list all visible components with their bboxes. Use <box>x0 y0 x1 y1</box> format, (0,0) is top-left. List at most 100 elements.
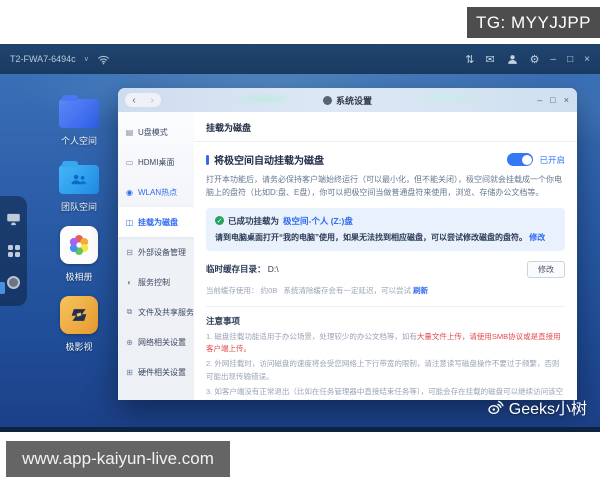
section-title: 将极空间自动挂载为磁盘 <box>206 152 324 167</box>
gear-icon[interactable]: ⚙ <box>530 53 540 66</box>
weibo-icon <box>488 400 504 414</box>
sidebar-item-icon: ◐ <box>127 277 132 287</box>
toggle-state-label: 已开启 <box>539 154 565 165</box>
sidebar-item-icon: ⊟ <box>126 247 133 257</box>
desktop-background: 个人空间 团队空间 极相册 极影视 ‹ › 系统设置 – □ × ▤ U盘模式 … <box>0 74 600 432</box>
app-maximize-button[interactable]: □ <box>567 54 573 65</box>
forward-button[interactable]: › <box>150 95 153 106</box>
nas-client-window: T2-FWA7-6494c ∨ ⇅ ✉ ⚙ – □ × 个人空间 团队空间 极相… <box>0 44 600 437</box>
desktop-icon-photos[interactable]: 极相册 <box>60 226 98 283</box>
settings-window-title: 系统设置 <box>322 94 372 107</box>
sidebar-item-label: HDMI桌面 <box>138 157 175 167</box>
app-titlebar: T2-FWA7-6494c ∨ ⇅ ✉ ⚙ – □ × <box>0 44 600 74</box>
settings-gear-icon <box>322 95 332 105</box>
sidebar-item[interactable]: ⊕ 网络相关设置 <box>118 327 194 357</box>
sidebar-item-icon: ▭ <box>125 157 134 167</box>
chevron-down-icon[interactable]: ∨ <box>84 55 89 63</box>
sidebar-item-label: 网络相关设置 <box>138 337 186 347</box>
modify-cache-dir-button[interactable]: 修改 <box>527 260 565 278</box>
desktop-icon-personal-space[interactable]: 个人空间 <box>59 94 99 147</box>
personal-space-folder-icon <box>59 95 99 128</box>
page-title: 挂载为磁盘 <box>194 112 577 142</box>
side-dock <box>0 196 27 306</box>
feature-description: 打开本功能后，请务必保持客户端始终运行（可以最小化，但不能关闭），极空间就会挂载… <box>206 175 562 197</box>
cache-usage-note: 系统清除缓存会有一定延迟，可以尝试 <box>283 285 412 295</box>
device-name-selector[interactable]: T2-FWA7-6494c <box>10 54 76 64</box>
screenshot-stage: TG: MYYJJPP T2-FWA7-6494c ∨ ⇅ ✉ ⚙ – □ × <box>0 0 600 480</box>
settings-close-button[interactable]: × <box>564 95 569 105</box>
desktop-icon-label: 团队空间 <box>60 202 97 212</box>
transfer-icon[interactable]: ⇅ <box>465 53 474 66</box>
sidebar-item-icon: ⊕ <box>126 337 133 347</box>
notes-title: 注意事项 <box>206 315 241 326</box>
photos-app-icon <box>60 226 98 264</box>
desktop-icons: 个人空间 团队空间 极相册 极影视 <box>50 94 108 366</box>
sidebar-item-icon: ◉ <box>126 187 133 197</box>
desktop-icon-label: 个人空间 <box>60 136 97 146</box>
cache-dir-label: 临时缓存目录： <box>206 264 266 275</box>
desktop-icon-team-space[interactable]: 团队空间 <box>59 160 99 213</box>
movies-app-icon <box>60 296 98 334</box>
note-item: 2. 外网挂载时，访问磁盘的速度将会受您网络上下行带宽的限制，请注意读写磁盘操作… <box>206 359 560 381</box>
sidebar-item-label: 硬件相关设置 <box>138 367 186 377</box>
mounted-drive-name: 极空间-个人 (Z:)盘 <box>283 215 353 226</box>
people-icon <box>71 174 87 184</box>
modify-drive-letter-link[interactable]: 修改 <box>529 233 545 242</box>
back-button[interactable]: ‹ <box>132 95 135 106</box>
dock-accent <box>0 282 5 294</box>
sidebar-item-label: 文件及共享服务 <box>138 307 194 317</box>
sidebar-item[interactable]: ⊟ 外部设备管理 <box>118 237 194 267</box>
url-banner: www.app-kaiyun-live.com <box>6 441 230 477</box>
check-icon: ✓ <box>215 216 224 226</box>
mail-icon[interactable]: ✉ <box>485 53 494 66</box>
mount-toggle[interactable] <box>507 153 534 166</box>
sidebar-item-label: WLAN热点 <box>138 187 178 197</box>
sidebar-item[interactable]: ▭ HDMI桌面 <box>118 147 194 177</box>
settings-maximize-button[interactable]: □ <box>550 95 555 105</box>
refresh-link[interactable]: 刷新 <box>413 286 428 295</box>
app-grid-icon[interactable] <box>7 244 20 257</box>
user-icon[interactable] <box>506 53 519 66</box>
team-space-folder-icon <box>59 161 99 194</box>
sidebar-item-icon: ◫ <box>125 217 134 227</box>
cache-usage-label: 当前缓存使用： <box>206 285 259 295</box>
display-icon[interactable] <box>6 213 21 226</box>
app-close-button[interactable]: × <box>584 54 590 65</box>
settings-minimize-button[interactable]: – <box>537 95 542 105</box>
settings-titlebar: ‹ › 系统设置 – □ × <box>118 88 577 112</box>
settings-window: ‹ › 系统设置 – □ × ▤ U盘模式 ▭ HDMI桌面 ◉ WLAN热点 … <box>118 88 577 400</box>
app-minimize-button[interactable]: – <box>551 54 557 65</box>
divider <box>206 305 565 307</box>
camera-dock-icon[interactable] <box>7 275 20 289</box>
sidebar-item[interactable]: ▤ U盘模式 <box>118 117 194 147</box>
success-prefix: 已成功挂载为 <box>228 215 280 226</box>
cache-usage-value: 约0B <box>260 285 278 295</box>
wifi-icon <box>97 55 109 64</box>
desktop-icon-label: 极影视 <box>65 342 93 352</box>
tg-badge: TG: MYYJJPP <box>467 7 600 38</box>
sidebar-item[interactable]: ⊞ 硬件相关设置 <box>118 357 194 387</box>
success-instructions: 请到电脑桌面打开“我的电脑”使用，如果无法找到相应磁盘，可以尝试修改磁盘的盘符。 <box>215 232 527 242</box>
watermark-text: Geeks小树 <box>508 401 587 418</box>
sidebar-item[interactable]: ◫ 挂载为磁盘 <box>118 207 194 237</box>
sidebar-item-icon: ⧉ <box>126 307 133 316</box>
sidebar-item-label: 服务控制 <box>138 277 170 287</box>
notes-list: 1. 磁盘挂载功能适用于办公场景，处理较少的办公文档等，如有大量文件上传，请使用… <box>206 331 565 400</box>
sidebar-item-icon: ⊞ <box>126 367 133 377</box>
sidebar-item-icon: ▤ <box>125 127 134 137</box>
desktop-icon-movies[interactable]: 极影视 <box>60 296 98 353</box>
note-item: 1. 磁盘挂载功能适用于办公场景，处理较少的办公文档等，如有大量文件上传，请使用… <box>206 331 561 354</box>
cache-dir-value: D:\ <box>267 264 279 275</box>
sidebar-item[interactable]: ⧉ 文件及共享服务 <box>118 297 194 327</box>
desktop-icon-label: 极相册 <box>65 272 93 282</box>
settings-sidebar: ▤ U盘模式 ▭ HDMI桌面 ◉ WLAN热点 ◫ 挂载为磁盘 ⊟ 外部设备管… <box>118 112 194 400</box>
sidebar-item[interactable]: ◉ WLAN热点 <box>118 177 194 207</box>
watermark: Geeks小树 <box>487 395 587 419</box>
sidebar-item-label: 挂载为磁盘 <box>138 217 178 227</box>
sidebar-item-label: 外部设备管理 <box>138 247 186 257</box>
mount-success-banner: ✓ 已成功挂载为 极空间-个人 (Z:)盘 请到电脑桌面打开“我的电脑”使用，如… <box>206 207 565 251</box>
settings-title-text: 系统设置 <box>335 95 372 106</box>
settings-content: 挂载为磁盘 将极空间自动挂载为磁盘 已开启 打开本功能后，请务必保持客户端始终运… <box>194 112 577 400</box>
sidebar-item[interactable]: ◐ 服务控制 <box>118 267 194 297</box>
nav-pill: ‹ › <box>125 93 161 107</box>
